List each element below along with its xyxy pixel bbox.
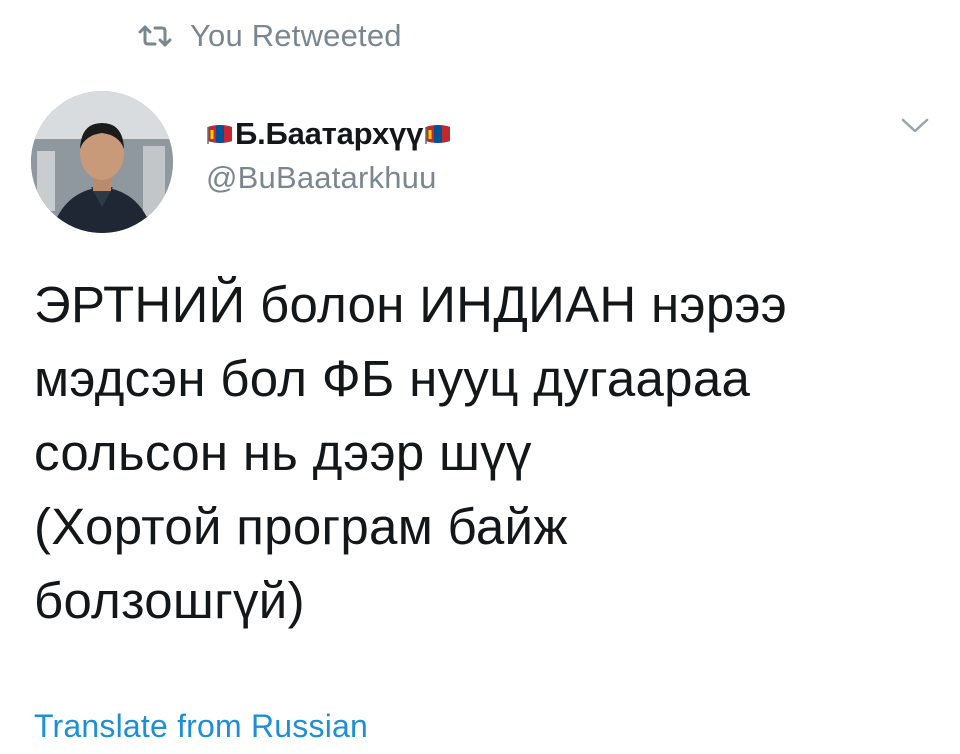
author-handle[interactable]: @BuBaatarkhuu	[206, 160, 452, 196]
avatar[interactable]	[31, 91, 173, 233]
retweet-icon	[138, 24, 172, 48]
mongolia-flag-icon	[206, 123, 234, 145]
tweet-author[interactable]: Б.Баатархүү @BuBaatarkhuu	[206, 114, 452, 196]
mongolia-flag-icon	[424, 123, 452, 145]
tweet-text: ЭРТНИЙ болон ИНДИАН нэрээ мэдсэн бол ФБ …	[34, 276, 788, 629]
retweet-label[interactable]: You Retweeted	[190, 18, 402, 54]
chevron-down-icon[interactable]	[900, 116, 930, 136]
display-name-row[interactable]: Б.Баатархүү	[206, 114, 452, 154]
translate-link[interactable]: Translate from Russian	[34, 708, 368, 745]
display-name[interactable]: Б.Баатархүү	[235, 116, 423, 152]
retweet-context: You Retweeted	[138, 14, 402, 58]
